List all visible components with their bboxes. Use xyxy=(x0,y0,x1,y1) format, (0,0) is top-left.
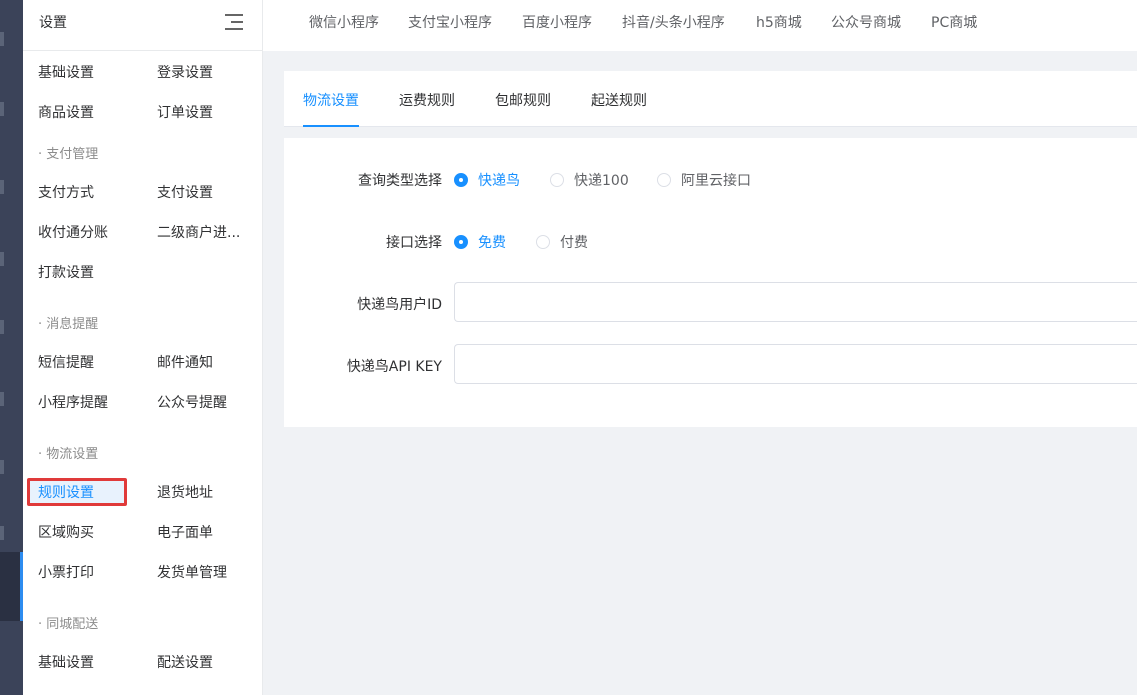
radio-circle-icon xyxy=(454,173,468,187)
radio-label: 付费 xyxy=(560,235,588,251)
radio-option[interactable]: 免费 xyxy=(454,232,506,252)
menu-item[interactable]: 支付方式 xyxy=(38,182,138,202)
rail-item[interactable] xyxy=(0,32,4,46)
settings-tab[interactable]: 运费规则 xyxy=(399,90,455,110)
logistics-form: 查询类型选择 快递鸟 快递100 阿里云接口 接口选择 免费 付费 快递鸟用户ID 快… xyxy=(284,138,1137,427)
menu-item[interactable]: 商品设置 xyxy=(38,102,138,122)
menu-item[interactable]: 小程序提醒 xyxy=(38,392,138,412)
menu-item[interactable]: 配送设置 xyxy=(157,652,257,672)
radio-option[interactable]: 快递100 xyxy=(550,170,629,190)
rail-item[interactable] xyxy=(0,252,4,266)
rail-item[interactable] xyxy=(0,102,4,116)
menu-group-label: · 物流设置 xyxy=(38,447,99,462)
radio-label: 阿里云接口 xyxy=(681,173,751,189)
api-choice-label: 接口选择 xyxy=(386,235,442,251)
menu-item[interactable]: 公众号提醒 xyxy=(157,392,257,412)
menu-item[interactable]: 收付通分账 xyxy=(38,222,138,242)
menu-group-label: · 支付管理 xyxy=(38,147,99,162)
menu-item[interactable]: 短信提醒 xyxy=(38,352,138,372)
platform-tabs: 微信小程序 支付宝小程序 百度小程序 抖音/头条小程序 h5商城 公众号商城 PC商城 xyxy=(263,0,1137,51)
menu-item[interactable]: 基础设置 xyxy=(38,652,138,672)
query-type-label: 查询类型选择 xyxy=(358,173,442,189)
platform-tab[interactable]: 百度小程序 xyxy=(522,12,592,32)
radio-option[interactable]: 阿里云接口 xyxy=(657,170,751,190)
platform-tab[interactable]: 支付宝小程序 xyxy=(408,12,492,32)
rail-active-indicator xyxy=(20,552,23,621)
api-key-input[interactable] xyxy=(454,344,1137,384)
collapse-menu-icon[interactable] xyxy=(225,14,243,30)
menu-item[interactable]: 基础设置 xyxy=(38,62,138,82)
radio-label: 快递鸟 xyxy=(478,173,520,189)
radio-circle-icon xyxy=(454,235,468,249)
menu-header: 设置 xyxy=(23,0,262,51)
menu-item[interactable]: 支付设置 xyxy=(157,182,257,202)
api-key-label: 快递鸟API KEY xyxy=(346,359,442,375)
menu-item[interactable]: 退货地址 xyxy=(157,482,257,502)
rail-item[interactable] xyxy=(0,526,4,540)
menu-item[interactable]: 订单设置 xyxy=(157,102,257,122)
menu-item[interactable]: 二级商户进... xyxy=(157,222,257,242)
settings-tab[interactable]: 物流设置 xyxy=(303,90,359,110)
menu-group-label: · 消息提醒 xyxy=(38,317,99,332)
user-id-input[interactable] xyxy=(454,282,1137,322)
menu-item[interactable]: 小票打印 xyxy=(38,562,138,582)
active-tab-indicator xyxy=(303,125,359,127)
rail-item[interactable] xyxy=(0,392,4,406)
platform-tab[interactable]: h5商城 xyxy=(756,12,802,32)
menu-item[interactable]: 发货单管理 xyxy=(157,562,257,582)
rail-item[interactable] xyxy=(0,320,4,334)
menu-item[interactable]: 区域购买 xyxy=(38,522,138,542)
radio-label: 快递100 xyxy=(574,173,629,189)
platform-tab[interactable]: 公众号商城 xyxy=(831,12,901,32)
platform-tab[interactable]: 抖音/头条小程序 xyxy=(622,12,725,32)
radio-circle-icon xyxy=(657,173,671,187)
platform-tab[interactable]: 微信小程序 xyxy=(309,12,379,32)
settings-tabs: 物流设置 运费规则 包邮规则 起送规则 xyxy=(284,71,1137,127)
menu-item[interactable]: 邮件通知 xyxy=(157,352,257,372)
settings-tab[interactable]: 起送规则 xyxy=(591,90,647,110)
platform-tab[interactable]: PC商城 xyxy=(931,12,977,32)
radio-circle-icon xyxy=(536,235,550,249)
menu-item[interactable]: 登录设置 xyxy=(157,62,257,82)
user-id-label: 快递鸟用户ID xyxy=(357,297,442,313)
menu-item[interactable]: 打款设置 xyxy=(38,262,138,282)
rail-item[interactable] xyxy=(0,460,4,474)
settings-tab[interactable]: 包邮规则 xyxy=(495,90,551,110)
menu-item[interactable]: 规则设置 xyxy=(38,482,138,502)
radio-option[interactable]: 付费 xyxy=(536,232,588,252)
radio-label: 免费 xyxy=(478,235,506,251)
menu-title: 设置 xyxy=(39,15,67,31)
radio-option[interactable]: 快递鸟 xyxy=(454,170,520,190)
menu-item[interactable]: 电子面单 xyxy=(157,522,257,542)
settings-menu: 设置 基础设置 登录设置 商品设置 订单设置 · 支付管理 支付方式 支付设置 收付通分账 二级… xyxy=(23,0,263,695)
rail-item[interactable] xyxy=(0,180,4,194)
menu-group-label: · 同城配送 xyxy=(38,617,99,632)
radio-circle-icon xyxy=(550,173,564,187)
